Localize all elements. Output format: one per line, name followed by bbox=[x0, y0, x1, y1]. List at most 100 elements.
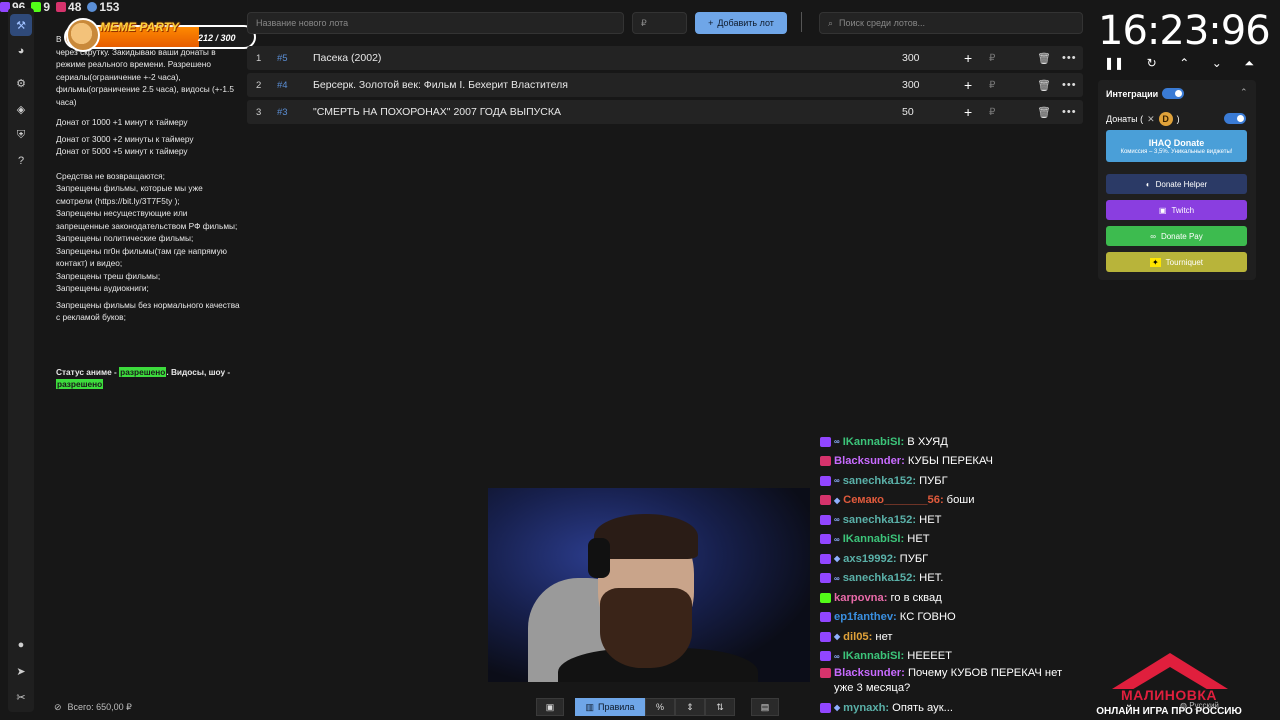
chevron-up-icon[interactable]: ⌃ bbox=[1240, 87, 1248, 98]
close-icon[interactable]: ✕ bbox=[1147, 114, 1155, 125]
chat-message: Blacksunder: КУБЫ ПЕРЕКАЧ bbox=[820, 452, 1090, 472]
rules-intro-prefix: В bbox=[56, 34, 62, 44]
chat-text: НЕТ bbox=[907, 533, 930, 546]
lot-number: 2 bbox=[256, 79, 262, 91]
eye-off-icon[interactable]: ⊘ bbox=[54, 702, 62, 713]
rules-timer-2: Донат от 3000 +2 минуты к таймеру bbox=[56, 133, 194, 144]
history-icon[interactable]: ▤ bbox=[751, 698, 779, 716]
lot-row: 1 #5 Пасека (2002) 300 + ₽ 🗑 ••• bbox=[247, 46, 1083, 70]
chat-username: axs19992: bbox=[843, 552, 897, 565]
lot-name-input[interactable]: Название нового лота bbox=[247, 12, 624, 34]
donate-provider-icon: D bbox=[1158, 112, 1173, 126]
chat-text: Опять аук... bbox=[892, 701, 953, 714]
lot-price-input[interactable]: ₽ bbox=[632, 12, 687, 34]
chat-message: ◆ mynaxh: Опять аук... bbox=[820, 698, 1090, 718]
live-badge-icon bbox=[820, 668, 831, 678]
double-up-icon[interactable]: ⏶ bbox=[1244, 56, 1254, 71]
lot-currency: ₽ bbox=[989, 79, 996, 91]
rules-text: Вчерез скрутку. Закидываю ваши донаты в … bbox=[56, 33, 241, 395]
add-amount-icon[interactable]: + bbox=[964, 50, 972, 66]
streamer-beard bbox=[600, 588, 692, 668]
chat-text: НЕТ bbox=[919, 513, 942, 526]
sort-icon[interactable]: ⇅ bbox=[705, 698, 735, 716]
search-placeholder: Поиск среди лотов... bbox=[839, 18, 926, 28]
status-anime: Статус аниме - bbox=[56, 366, 120, 377]
add-amount-icon[interactable]: + bbox=[964, 77, 972, 93]
donate-pay-button[interactable]: ∞ Donate Pay bbox=[1106, 226, 1247, 246]
lot-name[interactable]: "СМЕРТЬ НА ПОХОРОНАХ" 2007 ГОДА ВЫПУСКА bbox=[313, 106, 561, 118]
trash-icon[interactable]: 🗑 bbox=[1037, 79, 1051, 92]
lot-currency: ₽ bbox=[989, 106, 996, 118]
chat-text: нет bbox=[875, 630, 893, 643]
sub-badge: ◆ bbox=[834, 703, 841, 713]
donate-helper-icon: ◐ bbox=[1145, 179, 1151, 189]
add-amount-icon[interactable]: + bbox=[964, 104, 972, 120]
button-label: Donate Helper bbox=[1155, 179, 1208, 189]
chat-message: ∞ sanechka152: НЕТ. bbox=[820, 569, 1090, 589]
rules-label: Правила bbox=[597, 702, 635, 712]
lot-name[interactable]: Берсерк. Золотой век: Фильм I. Бехерит В… bbox=[313, 79, 568, 91]
total-sum: ⊘ Всего: 650,00 ₽ bbox=[54, 702, 132, 713]
github-icon[interactable]: ● bbox=[10, 634, 32, 656]
lot-row: 3 #3 "СМЕРТЬ НА ПОХОРОНАХ" 2007 ГОДА ВЫП… bbox=[247, 100, 1083, 124]
layers-icon[interactable]: ◈ bbox=[10, 98, 32, 120]
rules-timer-3: Донат от 5000 +5 минут к таймеру bbox=[56, 146, 188, 156]
chat-text: КУБЫ ПЕРЕКАЧ bbox=[907, 455, 993, 468]
sub-badge: ∞ bbox=[834, 476, 840, 486]
chat-text: В ХУЯД bbox=[907, 435, 948, 448]
trash-icon[interactable]: 🗑 bbox=[1037, 52, 1051, 65]
lot-id: #5 bbox=[277, 52, 288, 64]
gavel-icon[interactable]: ⚒ bbox=[10, 14, 32, 36]
save-icon[interactable]: ▣ bbox=[536, 698, 564, 716]
stat-value: 153 bbox=[99, 0, 120, 14]
donations-toggle[interactable] bbox=[1224, 113, 1246, 124]
doge-icon bbox=[66, 18, 100, 52]
gear-icon[interactable]: ⚙ bbox=[10, 72, 32, 94]
chat-message: karpovna: го в сквад bbox=[820, 588, 1090, 608]
pause-icon[interactable]: ❚❚ bbox=[1104, 56, 1124, 71]
telegram-icon[interactable]: ➤ bbox=[10, 660, 32, 682]
stat-value: 48 bbox=[68, 0, 82, 14]
search-input[interactable]: ⌕ Поиск среди лотов... bbox=[819, 12, 1083, 34]
sub-badge: ◆ bbox=[834, 554, 841, 564]
more-icon[interactable]: ••• bbox=[1062, 79, 1077, 91]
more-icon[interactable]: ••• bbox=[1062, 106, 1077, 118]
percent-icon[interactable]: % bbox=[645, 698, 675, 716]
chat-message: ∞ sanechka152: НЕТ bbox=[820, 510, 1090, 530]
chat-username: Blacksunder: bbox=[834, 455, 905, 468]
timer-controls: ❚❚ ↻ ⌃ ⌄ ⏶ bbox=[1104, 56, 1254, 71]
chevron-up-icon[interactable]: ⌃ bbox=[1179, 56, 1189, 71]
help-icon[interactable]: ? bbox=[10, 150, 32, 172]
twitch-button[interactable]: ▣ Twitch bbox=[1106, 200, 1247, 220]
rules-button[interactable]: ▥ Правила bbox=[575, 698, 645, 716]
shield-icon[interactable]: ⛨ bbox=[10, 124, 32, 146]
ihaq-donate-button[interactable]: IHAQ Donate Комиссия – 3,5%. Уникальные … bbox=[1106, 130, 1247, 162]
language-select[interactable]: ◍ Русский bbox=[1180, 701, 1219, 710]
tourniquet-button[interactable]: ✦ Tourniquet bbox=[1106, 252, 1247, 272]
sub-badge: ∞ bbox=[834, 651, 840, 661]
stat-value: 9 bbox=[43, 0, 51, 14]
live-icon bbox=[56, 2, 67, 12]
more-icon[interactable]: ••• bbox=[1062, 52, 1077, 64]
lot-number: 1 bbox=[256, 52, 262, 64]
split-icon[interactable]: ⇕ bbox=[675, 698, 705, 716]
rules-ban: Запрещены фильмы, которые мы уже смотрел… bbox=[56, 183, 203, 206]
reset-icon[interactable]: ↻ bbox=[1147, 56, 1157, 71]
tools-icon[interactable]: ✂ bbox=[10, 686, 32, 708]
wheel-icon[interactable]: ◕ bbox=[10, 40, 32, 62]
status-videos-value: разрешено bbox=[56, 379, 104, 389]
tourniquet-icon: ✦ bbox=[1149, 257, 1161, 267]
status-videos: . Видосы, шоу - bbox=[166, 366, 231, 377]
logo-tagline: ОНЛАЙН ИГРА ПРО РОССИЮ bbox=[1096, 706, 1242, 717]
donate-helper-button[interactable]: ◐ Donate Helper bbox=[1106, 174, 1247, 194]
chevron-down-icon[interactable]: ⌄ bbox=[1212, 56, 1222, 71]
user-icon bbox=[87, 2, 98, 12]
integrations-toggle[interactable] bbox=[1162, 88, 1185, 99]
chat-username: IKannabiSI: bbox=[842, 533, 905, 546]
lot-name[interactable]: Пасека (2002) bbox=[313, 52, 381, 64]
sub-badge: ∞ bbox=[834, 515, 840, 525]
trash-icon[interactable]: 🗑 bbox=[1037, 106, 1051, 119]
chat-text: НЕЕЕЕТ bbox=[907, 650, 953, 663]
chat-username: IKannabiSI: bbox=[842, 435, 905, 448]
add-lot-button[interactable]: + Добавить лот bbox=[695, 12, 787, 34]
